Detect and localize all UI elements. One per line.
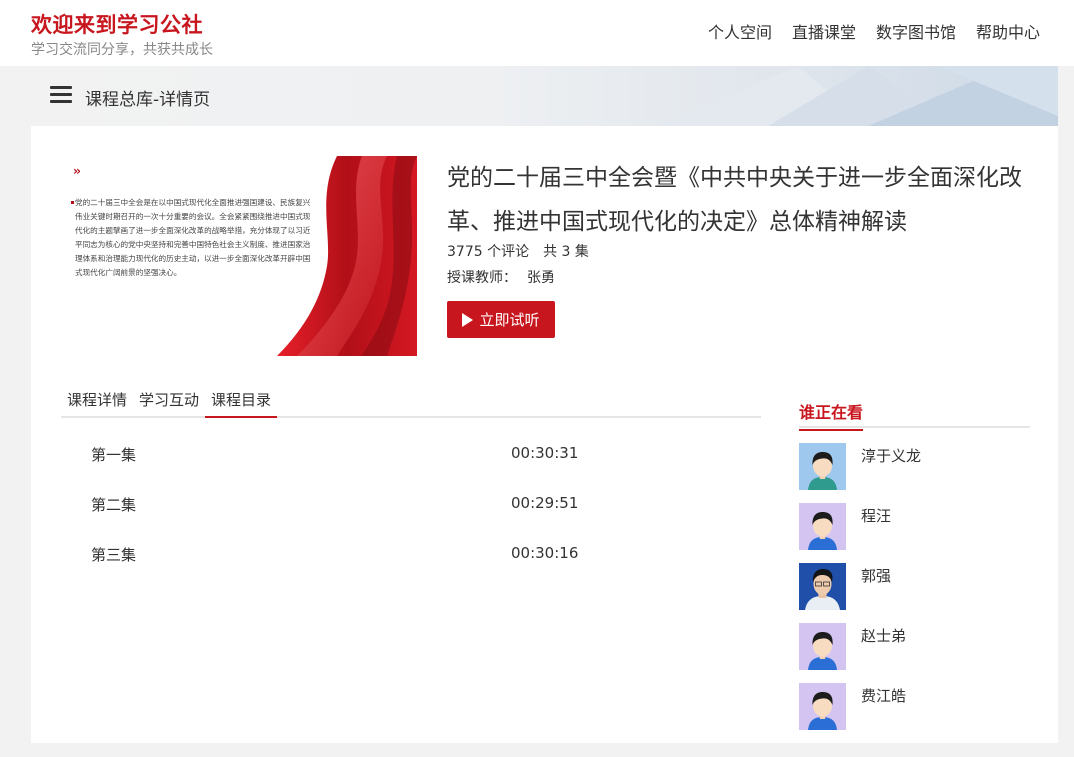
top-nav: 个人空间 直播课堂 数字图书馆 帮助中心: [708, 19, 1040, 43]
course-tabs: 课程详情 学习互动 课程目录: [61, 388, 761, 418]
site-title[interactable]: 欢迎来到学习公社: [31, 9, 203, 39]
viewer-item[interactable]: 赵士弟: [799, 623, 1030, 683]
nav-help-center[interactable]: 帮助中心: [976, 19, 1040, 43]
cover-arrows: ››: [73, 164, 81, 178]
episode-row[interactable]: 第二集 00:29:51: [61, 482, 761, 532]
avatar: [799, 443, 846, 490]
episode-duration: 00:29:51: [511, 494, 579, 512]
episode-name: 第一集: [91, 446, 137, 464]
hamburger-icon[interactable]: [50, 86, 72, 104]
viewer-name: 赵士弟: [861, 627, 907, 645]
site-subtitle: 学习交流同分享，共获共成长: [31, 42, 213, 58]
trial-listen-button[interactable]: 立即试听: [447, 301, 555, 338]
avatar: [799, 563, 846, 610]
trial-listen-label: 立即试听: [479, 311, 540, 329]
avatar: [799, 683, 846, 730]
viewer-item[interactable]: 程汪: [799, 503, 1030, 563]
viewer-item[interactable]: 郭强: [799, 563, 1030, 623]
viewer-name: 郭强: [861, 567, 892, 585]
viewer-item[interactable]: 淳于义龙: [799, 443, 1030, 503]
teacher-label: 授课教师：: [447, 270, 517, 286]
viewer-list: 淳于义龙 程汪 郭强 赵士弟 费江皓: [799, 443, 1030, 743]
nav-personal-space[interactable]: 个人空间: [708, 19, 772, 43]
main-content: ›› 党的二十届三中全会是在以中国式现代化全面推进强国建设、民族复兴伟业关键时期…: [31, 126, 1058, 743]
nav-digital-library[interactable]: 数字图书馆: [876, 19, 956, 43]
tab-course-catalog[interactable]: 课程目录: [205, 388, 278, 418]
episode-name: 第三集: [91, 546, 137, 564]
episode-count: 共 3 集: [543, 244, 589, 260]
episode-list: 第一集 00:30:31 第二集 00:29:51 第三集 00:30:16: [61, 432, 761, 582]
teacher-name: 张勇: [527, 270, 555, 286]
viewer-item[interactable]: 费江皓: [799, 683, 1030, 743]
episode-duration: 00:30:31: [511, 444, 579, 462]
teacher-info: 授课教师： 张勇: [447, 267, 555, 287]
avatar: [799, 503, 846, 550]
episode-row[interactable]: 第一集 00:30:31: [61, 432, 761, 482]
episode-name: 第二集: [91, 496, 137, 514]
panel-title: 谁正在看: [799, 399, 864, 431]
who-is-watching-panel: 谁正在看 淳于义龙 程汪 郭强 赵士弟 费江皓: [799, 396, 1030, 743]
breadcrumb: 课程总库-详情页: [85, 90, 211, 110]
tab-learning-interaction[interactable]: 学习互动: [133, 388, 205, 418]
banner-decoration: [658, 66, 1058, 126]
comment-count[interactable]: 3775 个评论: [447, 244, 529, 260]
red-silk-graphic: [277, 156, 417, 356]
course-title: 党的二十届三中全会暨《中共中央关于进一步全面深化改革、推进中国式现代化的决定》总…: [447, 165, 1022, 235]
course-meta: 3775 个评论共 3 集: [447, 241, 589, 261]
viewer-name: 淳于义龙: [861, 447, 922, 465]
breadcrumb-banner: 课程总库-详情页: [31, 66, 1058, 126]
panel-header: 谁正在看: [799, 396, 1030, 431]
course-cover-image[interactable]: ›› 党的二十届三中全会是在以中国式现代化全面推进强国建设、民族复兴伟业关键时期…: [61, 156, 417, 356]
tab-course-details[interactable]: 课程详情: [61, 388, 133, 418]
avatar: [799, 623, 846, 670]
episode-duration: 00:30:16: [511, 544, 579, 562]
top-header: 欢迎来到学习公社 学习交流同分享，共获共成长 个人空间 直播课堂 数字图书馆 帮…: [0, 0, 1074, 66]
viewer-name: 费江皓: [861, 687, 907, 705]
episode-row[interactable]: 第三集 00:30:16: [61, 532, 761, 582]
viewer-name: 程汪: [861, 507, 892, 525]
nav-live-classroom[interactable]: 直播课堂: [792, 19, 856, 43]
play-icon: [462, 312, 474, 327]
